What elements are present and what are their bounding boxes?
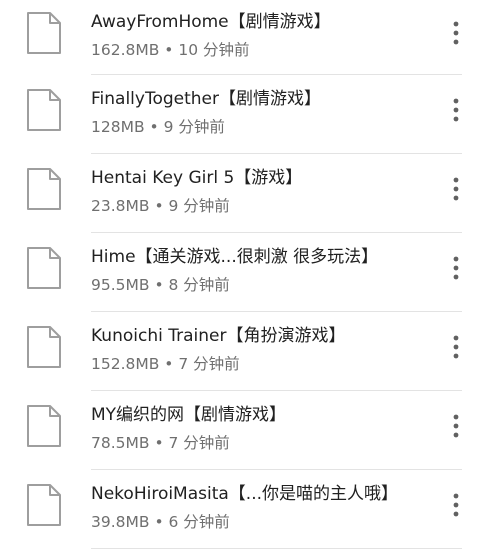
more-options-button[interactable] [441, 409, 471, 443]
file-meta: 78.5MB • 7 分钟前 [91, 434, 230, 452]
more-options-button[interactable] [441, 251, 471, 285]
file-name: AwayFromHome【剧情游戏】 [91, 12, 331, 32]
more-options-button[interactable] [441, 488, 471, 522]
file-name: FinallyTogether【剧情游戏】 [91, 89, 321, 109]
document-icon [26, 11, 62, 55]
more-options-button[interactable] [441, 93, 471, 127]
file-meta: 95.5MB • 8 分钟前 [91, 276, 230, 294]
more-vert-icon [453, 177, 459, 201]
file-list-item[interactable]: Kunoichi Trainer【角扮演游戏】 152.8MB • 7 分钟前 [0, 312, 482, 391]
file-name: Hentai Key Girl 5【游戏】 [91, 168, 303, 188]
more-vert-icon [453, 493, 459, 517]
file-meta: 162.8MB • 10 分钟前 [91, 41, 250, 59]
file-meta: 23.8MB • 9 分钟前 [91, 197, 230, 215]
file-list-item[interactable]: AwayFromHome【剧情游戏】 162.8MB • 10 分钟前 [0, 0, 482, 75]
more-vert-icon [453, 98, 459, 122]
file-list-item[interactable]: FinallyTogether【剧情游戏】 128MB • 9 分钟前 [0, 75, 482, 154]
document-icon [26, 246, 62, 290]
document-icon [26, 404, 62, 448]
more-options-button[interactable] [441, 172, 471, 206]
file-name: Kunoichi Trainer【角扮演游戏】 [91, 326, 346, 346]
document-icon [26, 88, 62, 132]
document-icon [26, 167, 62, 211]
file-meta: 39.8MB • 6 分钟前 [91, 513, 230, 531]
document-icon [26, 483, 62, 527]
file-name: NekoHiroiMasita【...你是喵的主人哦】 [91, 484, 399, 504]
file-name: MY编织的网【剧情游戏】 [91, 405, 287, 425]
document-icon [26, 325, 62, 369]
more-options-button[interactable] [441, 330, 471, 364]
file-list: AwayFromHome【剧情游戏】 162.8MB • 10 分钟前 Fina… [0, 0, 482, 549]
file-meta: 128MB • 9 分钟前 [91, 118, 225, 136]
more-vert-icon [453, 21, 459, 45]
file-list-item[interactable]: MY编织的网【剧情游戏】 78.5MB • 7 分钟前 [0, 391, 482, 470]
file-list-item[interactable]: NekoHiroiMasita【...你是喵的主人哦】 39.8MB • 6 分… [0, 470, 482, 549]
file-name: Hime【通关游戏...很刺激 很多玩法】 [91, 247, 379, 267]
more-options-button[interactable] [441, 16, 471, 50]
file-list-item[interactable]: Hime【通关游戏...很刺激 很多玩法】 95.5MB • 8 分钟前 [0, 233, 482, 312]
file-meta: 152.8MB • 7 分钟前 [91, 355, 240, 373]
more-vert-icon [453, 335, 459, 359]
file-list-item[interactable]: Hentai Key Girl 5【游戏】 23.8MB • 9 分钟前 [0, 154, 482, 233]
more-vert-icon [453, 256, 459, 280]
more-vert-icon [453, 414, 459, 438]
